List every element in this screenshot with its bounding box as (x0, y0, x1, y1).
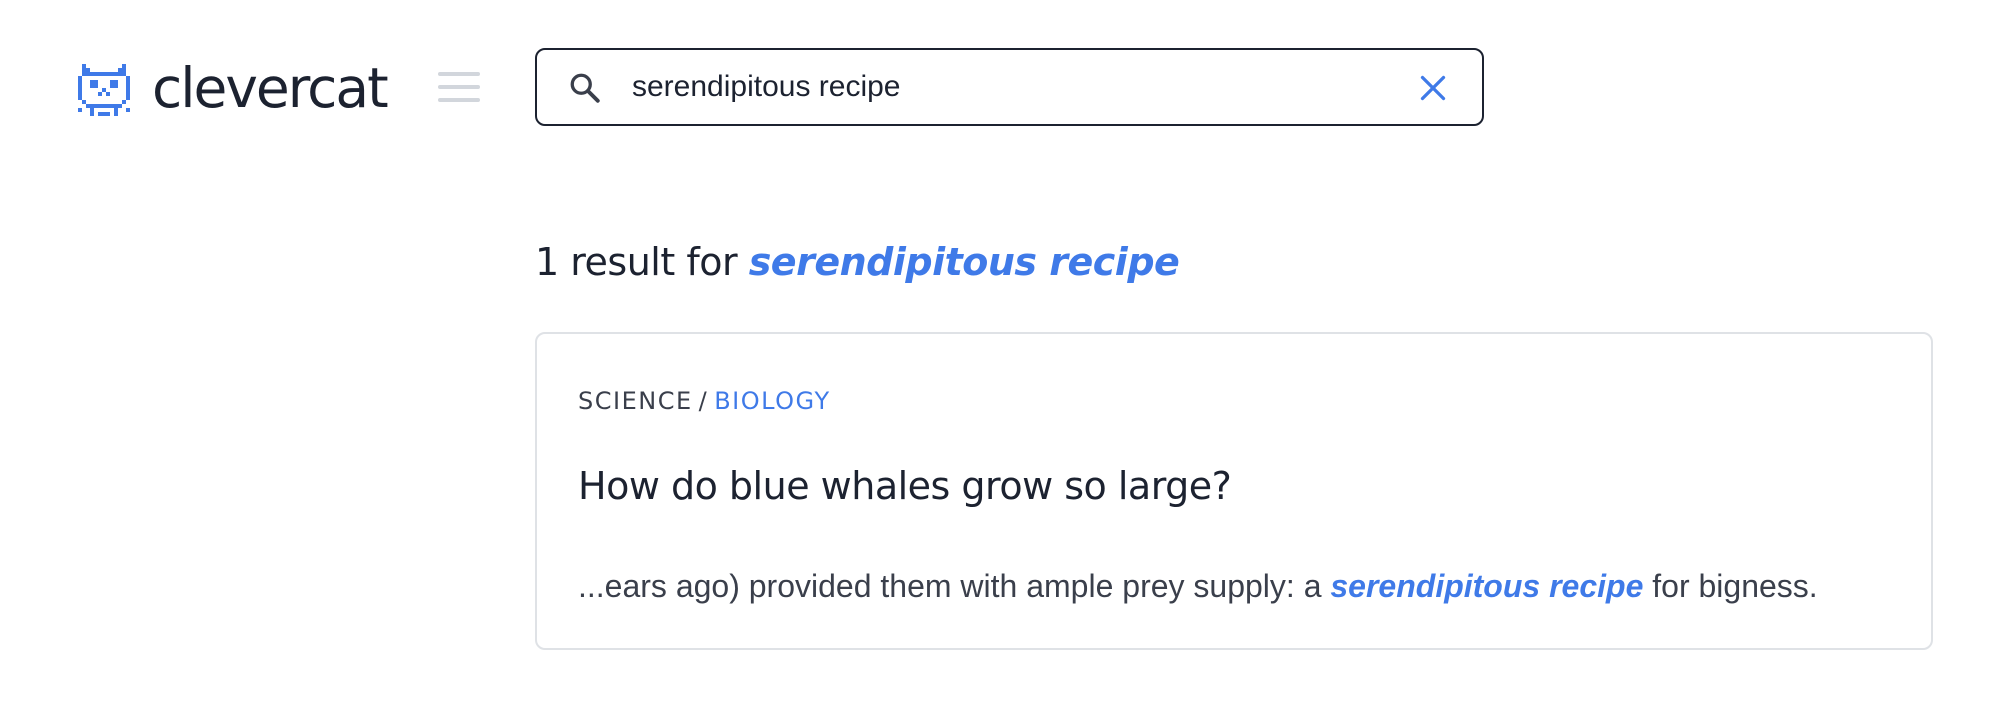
menu-bar (438, 72, 480, 76)
result-card[interactable]: SCIENCE / BIOLOGY How do blue whales grow … (535, 332, 1933, 650)
snippet-text-before: ...ears ago) provided them with ample pr… (578, 568, 1322, 604)
search-box[interactable] (535, 48, 1484, 126)
breadcrumb: SCIENCE / BIOLOGY (578, 384, 831, 418)
results-query: serendipitous recipe (748, 240, 1180, 284)
menu-bar (438, 85, 480, 89)
breadcrumb-subcategory[interactable]: BIOLOGY (714, 387, 830, 415)
results-count: 1 result for (535, 240, 738, 284)
breadcrumb-category[interactable]: SCIENCE (578, 387, 693, 415)
cat-logo-icon[interactable] (78, 64, 130, 116)
menu-button[interactable] (438, 72, 484, 108)
menu-bar (438, 98, 480, 102)
results-heading: 1 result for serendipitous recipe (535, 232, 1180, 292)
close-icon[interactable] (1415, 70, 1451, 106)
snippet-highlight: serendipitous recipe (1330, 568, 1644, 604)
result-snippet: ...ears ago) provided them with ample pr… (578, 564, 1818, 608)
search-icon (570, 73, 600, 103)
result-title[interactable]: How do blue whales grow so large? (578, 460, 1232, 512)
search-results-page: clevercat 1 result for serendipitous rec… (0, 0, 1999, 714)
brand-name[interactable]: clevercat (152, 50, 389, 126)
breadcrumb-separator: / (698, 387, 709, 415)
snippet-text-after: for bigness. (1652, 568, 1818, 604)
search-input[interactable] (632, 64, 1332, 110)
